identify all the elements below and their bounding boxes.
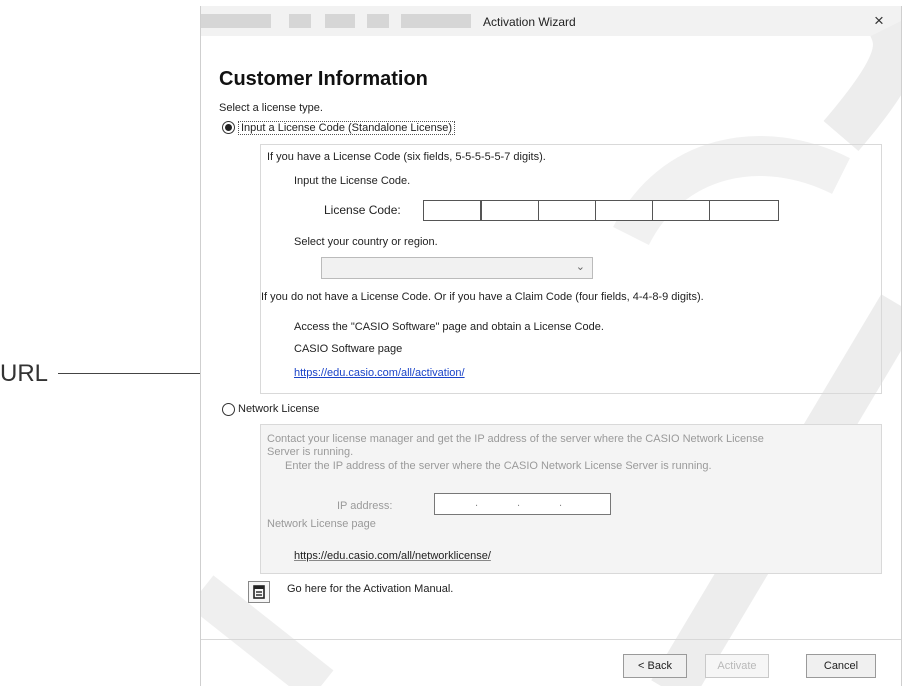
access-software-text: Access the "CASIO Software" page and obt… — [294, 321, 604, 333]
close-icon[interactable]: × — [874, 11, 884, 31]
license-code-field-3[interactable] — [538, 200, 596, 221]
license-code-field-1[interactable] — [423, 200, 481, 221]
url-callout-label: URL — [0, 360, 49, 387]
title-bar-block — [325, 14, 355, 28]
license-code-field-5[interactable] — [652, 200, 710, 221]
network-license-url-link[interactable]: https://edu.casio.com/all/networklicense… — [294, 550, 491, 562]
back-button[interactable]: < Back — [623, 654, 687, 678]
contact-manager-text-1: Contact your license manager and get the… — [267, 433, 764, 445]
license-code-field-4[interactable] — [595, 200, 653, 221]
document-icon[interactable] — [248, 581, 270, 603]
ip-separator: . — [559, 497, 563, 509]
activate-button[interactable]: Activate — [705, 654, 769, 678]
network-license-radio[interactable] — [222, 403, 235, 416]
activation-url-link[interactable]: https://edu.casio.com/all/activation/ — [294, 367, 465, 379]
activation-manual-link[interactable]: Go here for the Activation Manual. — [287, 583, 453, 595]
standalone-license-label[interactable]: Input a License Code (Standalone License… — [238, 121, 455, 135]
title-bar-block — [201, 14, 271, 28]
title-bar-block — [289, 14, 311, 28]
contact-manager-text-2: Server is running. — [267, 446, 354, 458]
license-code-label: License Code: — [324, 203, 401, 217]
activation-wizard-window: Activation Wizard × Customer Information… — [200, 6, 902, 686]
input-code-prompt: Input the License Code. — [294, 175, 411, 187]
chevron-down-icon: ⌄ — [575, 261, 585, 273]
ip-separator: . — [517, 497, 521, 509]
title-bar-block — [367, 14, 389, 28]
standalone-license-radio[interactable] — [222, 121, 235, 134]
software-page-label: CASIO Software page — [294, 343, 403, 355]
ip-separator: . — [475, 497, 479, 509]
no-code-text: If you do not have a License Code. Or if… — [261, 291, 704, 303]
country-select[interactable]: ⌄ — [321, 257, 593, 279]
page-title: Customer Information — [219, 68, 428, 90]
have-code-text: If you have a License Code (six fields, … — [267, 151, 546, 163]
ip-address-input[interactable]: . . . — [434, 493, 611, 515]
network-license-page-label: Network License page — [267, 518, 376, 530]
footer-separator — [201, 639, 901, 640]
window-title: Activation Wizard — [483, 15, 576, 29]
network-license-label[interactable]: Network License — [238, 403, 319, 415]
cancel-button[interactable]: Cancel — [806, 654, 876, 678]
title-bar-block — [401, 14, 471, 28]
license-type-prompt: Select a license type. — [219, 102, 323, 114]
enter-ip-text: Enter the IP address of the server where… — [285, 460, 712, 472]
ip-address-label: IP address: — [337, 500, 393, 512]
title-bar: Activation Wizard × — [201, 6, 901, 36]
license-code-field-2[interactable] — [481, 200, 539, 221]
license-code-field-6[interactable] — [709, 200, 779, 221]
country-prompt: Select your country or region. — [294, 236, 438, 248]
